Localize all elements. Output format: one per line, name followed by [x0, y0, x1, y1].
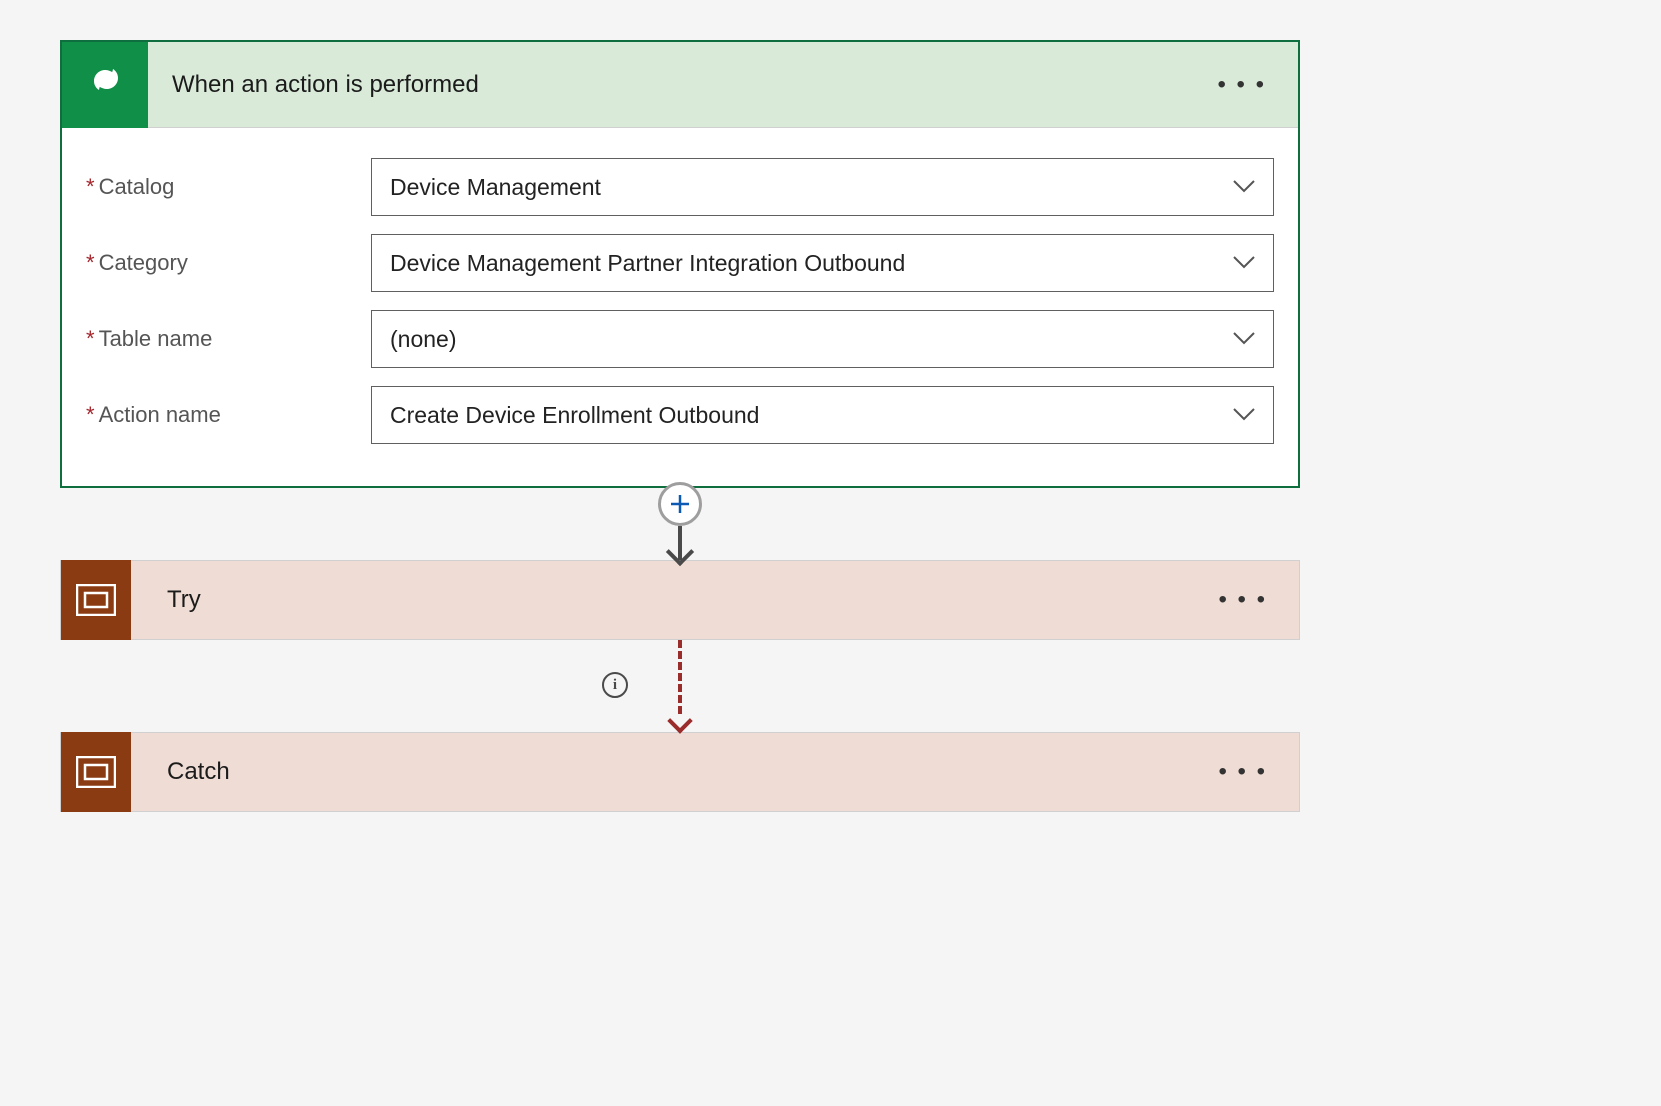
flow-canvas: When an action is performed • • • *Catal… [60, 40, 1300, 812]
action-name-label-text: Action name [99, 402, 221, 428]
trigger-title: When an action is performed [172, 71, 1205, 99]
table-name-select[interactable]: (none) [371, 310, 1274, 368]
trigger-header[interactable]: When an action is performed • • • [62, 42, 1298, 128]
catalog-value: Device Management [390, 174, 601, 201]
try-scope-card[interactable]: Try • • • [60, 560, 1300, 640]
scope-icon [61, 732, 131, 812]
dashed-line [678, 640, 682, 714]
arrow-down-icon [678, 526, 682, 560]
field-action-name: *Action name Create Device Enrollment Ou… [86, 386, 1274, 444]
action-name-label: *Action name [86, 402, 371, 428]
catch-title: Catch [167, 758, 1206, 786]
catalog-label: *Catalog [86, 174, 371, 200]
chevron-down-icon [1233, 408, 1255, 422]
chevron-down-icon [1233, 180, 1255, 194]
scope-icon [61, 560, 131, 640]
table-name-label: *Table name [86, 326, 371, 352]
plus-icon [669, 493, 691, 515]
field-category: *Category Device Management Partner Inte… [86, 234, 1274, 292]
category-label-text: Category [99, 250, 188, 276]
connector-try-to-catch: i [60, 640, 1300, 732]
trigger-more-menu[interactable]: • • • [1205, 63, 1278, 107]
table-name-value: (none) [390, 326, 456, 353]
try-title: Try [167, 586, 1206, 614]
action-name-value: Create Device Enrollment Outbound [390, 402, 759, 429]
add-step-button[interactable] [658, 482, 702, 526]
action-name-select[interactable]: Create Device Enrollment Outbound [371, 386, 1274, 444]
catch-more-menu[interactable]: • • • [1206, 750, 1279, 794]
dataverse-icon [62, 42, 148, 128]
trigger-card: When an action is performed • • • *Catal… [60, 40, 1300, 488]
category-label: *Category [86, 250, 371, 276]
catch-scope-card[interactable]: Catch • • • [60, 732, 1300, 812]
catalog-select[interactable]: Device Management [371, 158, 1274, 216]
field-catalog: *Catalog Device Management [86, 158, 1274, 216]
category-select[interactable]: Device Management Partner Integration Ou… [371, 234, 1274, 292]
category-value: Device Management Partner Integration Ou… [390, 250, 905, 277]
chevron-down-icon [1233, 256, 1255, 270]
trigger-body: *Catalog Device Management *Category Dev… [62, 128, 1298, 486]
field-table-name: *Table name (none) [86, 310, 1274, 368]
connector-trigger-to-try [60, 488, 1300, 560]
table-name-label-text: Table name [99, 326, 213, 352]
dashed-arrow-head-icon [667, 708, 692, 733]
try-more-menu[interactable]: • • • [1206, 578, 1279, 622]
catalog-label-text: Catalog [99, 174, 175, 200]
run-after-info-icon[interactable]: i [602, 672, 628, 698]
chevron-down-icon [1233, 332, 1255, 346]
